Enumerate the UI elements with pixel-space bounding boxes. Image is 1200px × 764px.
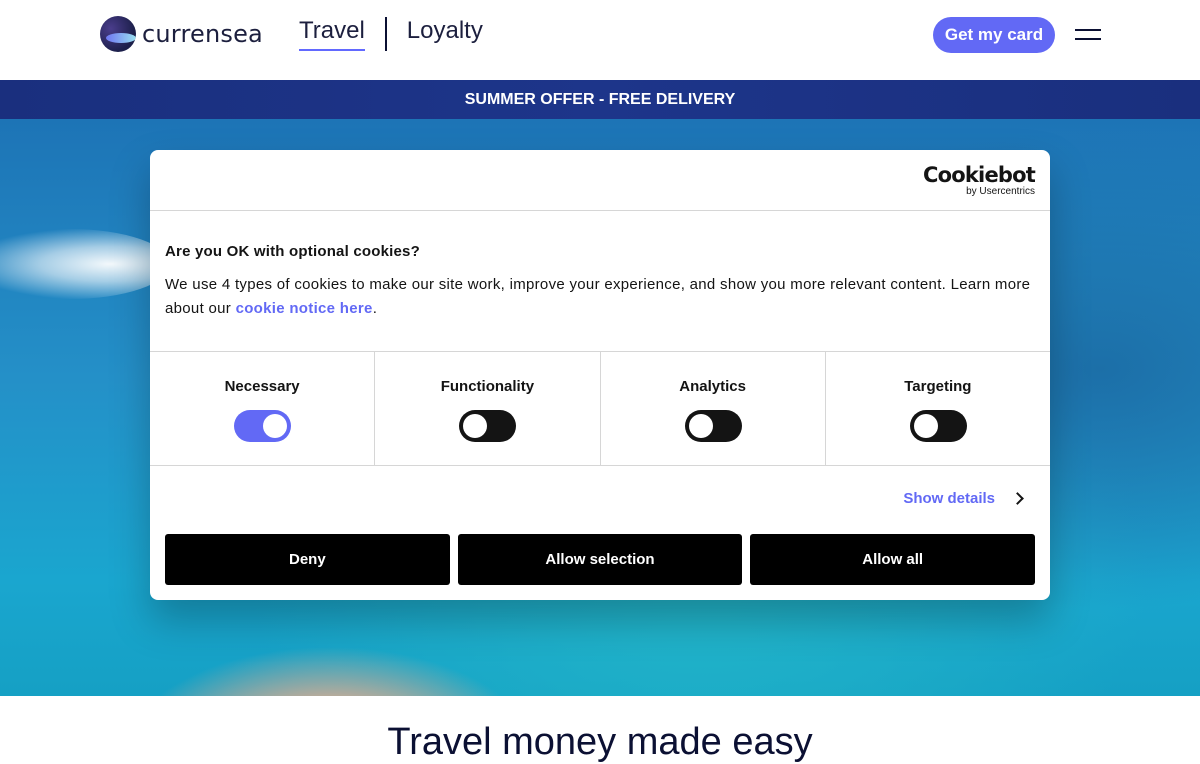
logo-mark-icon	[100, 16, 136, 52]
promo-banner-text: SUMMER OFFER - FREE DELIVERY	[464, 90, 736, 108]
dialog-body-end: .	[372, 300, 378, 317]
nav-divider	[384, 17, 387, 51]
dialog-title: Are you OK with optional cookies?	[165, 243, 420, 260]
dialog-header: Cookiebot by Usercentrics	[150, 150, 1050, 211]
analytics-toggle[interactable]	[684, 410, 742, 442]
toggle-knob	[463, 414, 488, 438]
category-analytics: Analytics	[601, 352, 826, 465]
cookie-notice-link[interactable]: cookie notice here	[236, 300, 373, 317]
menu-line	[1075, 38, 1101, 40]
cookie-categories: Necessary Functionality Analytics Target…	[150, 351, 1050, 466]
currensea-logo[interactable]: currensea	[100, 16, 263, 52]
toggle-knob	[688, 414, 713, 438]
targeting-toggle[interactable]	[909, 410, 967, 442]
category-label: Functionality	[440, 378, 535, 395]
allow-selection-button[interactable]: Allow selection	[457, 534, 743, 585]
get-my-card-button[interactable]: Get my card	[933, 17, 1055, 53]
show-details-link[interactable]: Show details	[903, 490, 1024, 507]
category-label: Analytics	[679, 378, 746, 395]
category-targeting: Targeting	[826, 352, 1050, 465]
hamburger-menu-icon[interactable]	[1075, 27, 1101, 43]
category-label: Targeting	[904, 378, 972, 395]
category-necessary: Necessary	[150, 352, 376, 465]
hero-heading: Travel money made easy	[387, 721, 813, 763]
functionality-toggle[interactable]	[459, 410, 517, 442]
necessary-toggle[interactable]	[234, 410, 292, 442]
category-functionality: Functionality	[375, 352, 601, 465]
site-header: currensea Travel Loyalty Get my card	[0, 0, 1200, 80]
boat-wake	[0, 229, 170, 299]
allow-all-button[interactable]: Allow all	[750, 534, 1036, 585]
nav-travel[interactable]: Travel	[299, 17, 365, 51]
dialog-body: We use 4 types of cookies to make our si…	[165, 273, 1035, 321]
cookie-consent-dialog: Cookiebot by Usercentrics Are you OK wit…	[150, 150, 1050, 600]
logo-text: currensea	[142, 20, 263, 48]
deny-button[interactable]: Deny	[165, 534, 450, 585]
chevron-right-icon	[1011, 492, 1024, 505]
cookiebot-logo-text: Cookiebot	[923, 163, 1036, 187]
menu-line	[1075, 29, 1101, 31]
main-nav: Travel Loyalty	[299, 17, 483, 51]
cookiebot-logo[interactable]: Cookiebot by Usercentrics	[923, 163, 1036, 197]
dialog-buttons: Deny Allow selection Allow all	[165, 534, 1036, 585]
cookiebot-logo-subtext: by Usercentrics	[966, 186, 1035, 197]
nav-loyalty[interactable]: Loyalty	[407, 17, 483, 51]
category-label: Necessary	[224, 378, 300, 395]
show-details-label: Show details	[903, 490, 995, 507]
toggle-knob	[913, 414, 938, 438]
promo-banner: SUMMER OFFER - FREE DELIVERY	[0, 80, 1200, 119]
toggle-knob	[263, 414, 288, 438]
